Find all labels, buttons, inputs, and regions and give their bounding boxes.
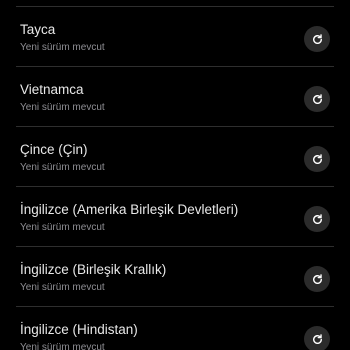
language-status: Yeni sürüm mevcut: [20, 342, 105, 350]
list-item[interactable]: Vietnamca Yeni sürüm mevcut: [16, 67, 334, 127]
language-name: Vietnamca: [20, 82, 84, 97]
update-button[interactable]: [304, 326, 330, 350]
language-status: Yeni sürüm mevcut: [20, 162, 105, 173]
list-item[interactable]: Çince (Çin) Yeni sürüm mevcut: [16, 127, 334, 187]
refresh-icon: [312, 333, 322, 344]
update-button[interactable]: [304, 146, 330, 172]
refresh-icon: [312, 33, 322, 44]
language-name: İngilizce (Amerika Birleşik Devletleri): [20, 202, 239, 217]
language-status: Yeni sürüm mevcut: [20, 42, 105, 53]
list-item[interactable]: İngilizce (Hindistan) Yeni sürüm mevcut: [16, 307, 334, 350]
language-list: Tayca Yeni sürüm mevcut Vietnamca Yeni s…: [0, 7, 350, 350]
update-button[interactable]: [304, 26, 330, 52]
language-status: Yeni sürüm mevcut: [20, 102, 105, 113]
language-status: Yeni sürüm mevcut: [20, 282, 105, 293]
refresh-icon: [312, 213, 322, 224]
refresh-icon: [312, 153, 322, 164]
language-name: İngilizce (Hindistan): [20, 322, 138, 337]
language-name: Çince (Çin): [20, 142, 88, 157]
language-name: Tayca: [20, 22, 56, 37]
refresh-icon: [312, 273, 322, 284]
language-name: İngilizce (Birleşik Krallık): [20, 262, 167, 277]
language-status: Yeni sürüm mevcut: [20, 222, 105, 233]
update-button[interactable]: [304, 266, 330, 292]
update-button[interactable]: [304, 86, 330, 112]
list-item[interactable]: Tayca Yeni sürüm mevcut: [16, 7, 334, 67]
update-button[interactable]: [304, 206, 330, 232]
list-item[interactable]: İngilizce (Birleşik Krallık) Yeni sürüm …: [16, 247, 334, 307]
list-item[interactable]: İngilizce (Amerika Birleşik Devletleri) …: [16, 187, 334, 247]
refresh-icon: [312, 93, 322, 104]
